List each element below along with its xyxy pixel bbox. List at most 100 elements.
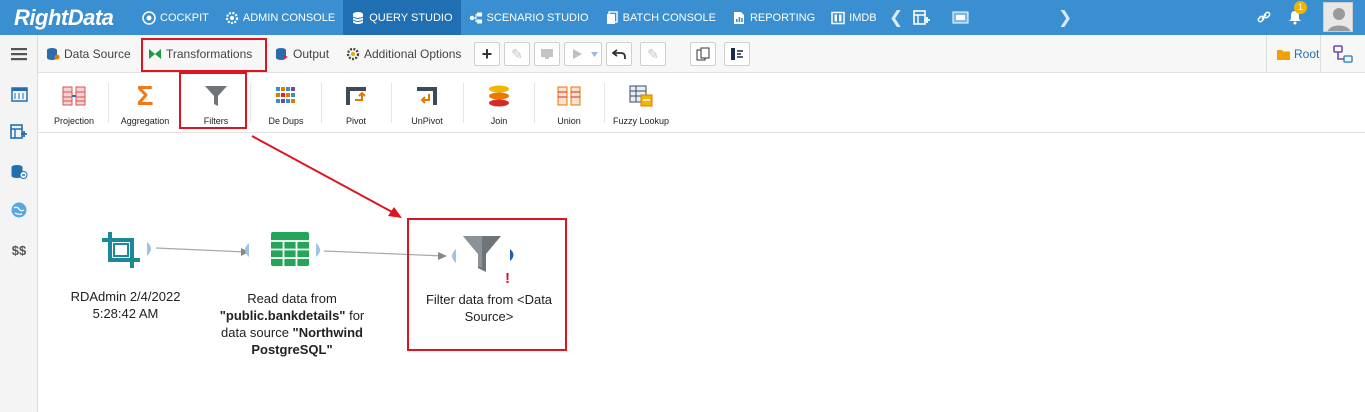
palette-join-label: Join [490,116,508,126]
nav-scroll-right-icon[interactable]: ❯ [1058,8,1072,28]
node-filter-warning-icon[interactable]: ! [505,270,510,287]
nav-batch-console-label: BATCH CONSOLE [622,11,716,24]
node-filter-text-1: Filter data from <Data [425,292,553,307]
tab-data-source[interactable]: Data Source [46,35,131,73]
tab-additional-options[interactable]: Additional Options [346,35,461,73]
node-read-input-port[interactable] [241,243,249,257]
copy-button[interactable] [690,42,716,66]
notification-badge: 1 [1294,1,1307,14]
align-button[interactable] [724,42,750,66]
palette-unpivot[interactable]: UnPivot [392,73,462,133]
relation-button[interactable] [1320,35,1365,73]
palette-filters-label: Filters [203,116,229,126]
edit-button[interactable]: ✎ [504,42,530,66]
tab-output-label: Output [293,47,330,61]
flow-connectors [155,135,447,260]
nav-scroll-left-icon[interactable]: ❮ [889,8,903,28]
palette-filters[interactable]: Filters [181,73,251,133]
pivot-icon [346,87,366,105]
node-filter-input-port[interactable] [448,249,456,263]
undo-icon [612,49,626,59]
play-icon [573,49,582,59]
node-read[interactable] [270,231,310,267]
node-read-output-port[interactable] [316,243,324,257]
plus-icon: + [481,43,493,64]
palette-projection[interactable]: Projection [39,73,109,133]
palette-join[interactable]: Join [464,73,534,133]
link-icon[interactable] [1257,10,1271,24]
menu-icon [11,48,27,61]
node-read-source-name-2: PostgreSQL" [251,342,333,357]
node-read-text-2: for [345,308,365,323]
add-button[interactable]: + [474,42,500,66]
user-avatar[interactable] [1323,2,1353,32]
nav-batch-console[interactable]: BATCH CONSOLE [597,0,724,35]
palette-projection-label: Projection [53,116,95,126]
palette-dedups[interactable]: De Dups [251,73,321,133]
palette-union-label: Union [557,116,581,126]
sidebar-item-database-link[interactable] [0,157,38,187]
sidebar-item-calendar-table[interactable] [0,79,38,109]
sidebar-item-add-table[interactable] [0,117,38,147]
tab-data-source-label: Data Source [64,47,131,61]
transformation-palette: Projection Σ Aggregation Filters De Dups… [38,73,1365,133]
cockpit-icon [142,10,156,25]
sidebar-item-dollar[interactable]: $$ [0,235,38,265]
edit-sql-button[interactable]: ✎ [640,42,666,66]
palette-aggregation-label: Aggregation [120,116,170,126]
nav-imdb[interactable]: IMDB [823,0,885,35]
palette-union[interactable]: Union [534,73,604,133]
palette-unpivot-label: UnPivot [411,116,443,126]
nav-scenario-studio-label: SCENARIO STUDIO [486,11,589,24]
sidebar-menu-button[interactable] [0,39,38,69]
undo-button[interactable] [606,42,632,66]
palette-pivot[interactable]: Pivot [321,73,391,133]
nav-scenario-studio[interactable]: SCENARIO STUDIO [461,0,597,35]
tab-additional-options-label: Additional Options [364,47,462,61]
palette-fuzzy-lookup[interactable]: Fuzzy Lookup [606,73,676,133]
node-filter-text-2: Source> [464,309,514,324]
tab-transformations-label: Transformations [166,47,253,61]
align-icon [731,48,743,60]
table-icon [271,232,309,266]
relation-icon [1333,45,1353,63]
preview-button[interactable] [534,42,560,66]
nav-reporting[interactable]: REPORTING [724,0,823,35]
nav-imdb-label: IMDB [849,11,877,24]
dollar-icon: $$ [11,242,27,258]
annotation-arrowhead [388,207,402,218]
scenario-icon [469,12,482,23]
nav-query-studio[interactable]: QUERY STUDIO [343,0,461,35]
copy-icon [696,47,710,61]
nav-cockpit-label: COCKPIT [160,11,209,24]
studio-toolbar: Data Source Transformations Output Addit… [38,35,1365,73]
nav-cockpit[interactable]: COCKPIT [134,0,217,35]
palette-aggregation[interactable]: Σ Aggregation [110,73,180,133]
node-source-output-port[interactable] [147,242,155,256]
settings-gear-icon [346,47,360,61]
batch-icon [606,10,618,24]
nav-admin-console-label: ADMIN CONSOLE [242,11,336,24]
server-nav-icon[interactable] [952,10,970,26]
sigma-icon: Σ [136,80,154,111]
node-filter-output-port[interactable] [510,249,517,261]
flow-canvas[interactable]: RDAdmin 2/4/2022 5:28:42 AM Read data fr… [38,133,1365,412]
nav-admin-console[interactable]: ADMIN CONSOLE [217,0,343,35]
run-button[interactable] [564,42,602,66]
add-table-nav-icon[interactable] [913,10,931,26]
gear-icon [225,11,239,24]
annotation-arrow-line [251,135,395,214]
tab-output[interactable]: Output [275,35,329,73]
tab-transformations[interactable]: Transformations [148,35,252,73]
funnel-icon [205,86,227,106]
funnel-node-icon [463,236,501,272]
node-filter[interactable] [462,234,502,274]
node-read-text-3: data source [221,325,293,340]
transformations-icon [149,49,161,59]
node-source[interactable] [100,230,144,270]
sidebar-item-globe[interactable] [0,195,38,225]
app-logo[interactable]: RightData [14,4,114,31]
dedup-icon [276,87,295,103]
node-source-time: 5:28:42 AM [92,306,159,321]
projection-icon [62,86,86,106]
